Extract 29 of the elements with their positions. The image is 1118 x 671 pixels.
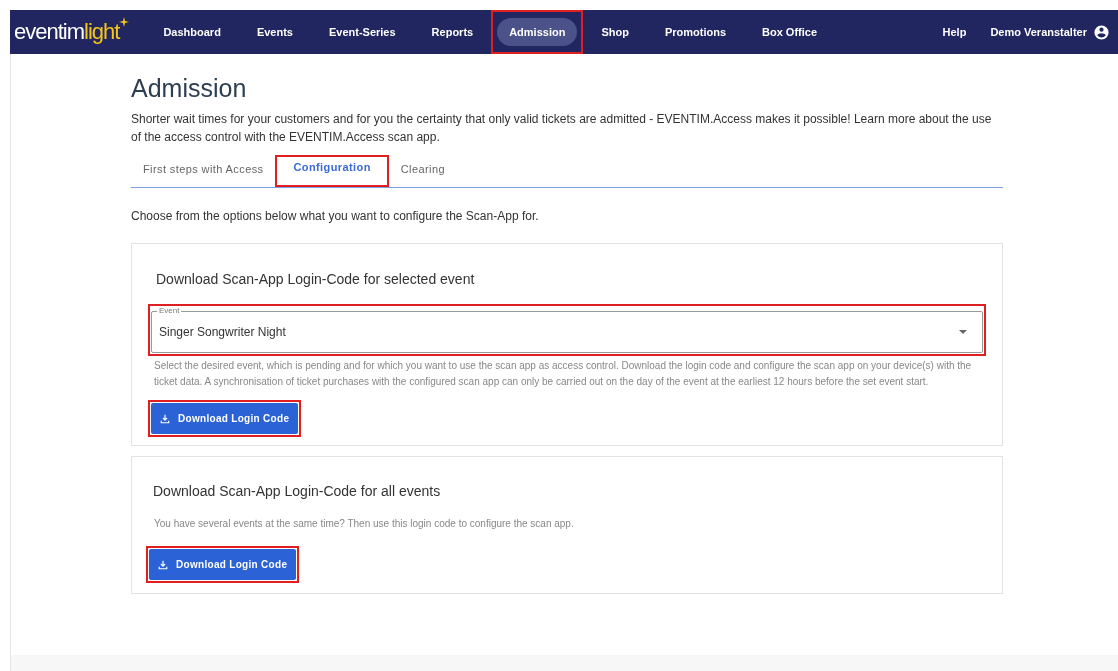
card-title: Download Scan-App Login-Code for all events — [152, 482, 442, 501]
nav-item[interactable]: Event-Series — [316, 17, 408, 47]
nav-item[interactable]: Admission — [497, 17, 578, 47]
page-title: Admission — [131, 73, 248, 104]
nav-item[interactable]: Reports — [419, 17, 486, 47]
card-title: Download Scan-App Login-Code for selected event — [155, 270, 476, 289]
nav-item[interactable]: Shop — [589, 17, 641, 47]
nav-item[interactable]: Events — [244, 17, 305, 47]
select-label: Event — [158, 307, 181, 315]
download-icon — [160, 413, 170, 424]
select-value: Singer Songwriter Night — [159, 323, 287, 341]
nav-item[interactable]: Dashboard — [151, 17, 233, 47]
download-button[interactable]: Download Login Code — [149, 549, 297, 580]
nav-item[interactable]: Promotions — [652, 17, 739, 47]
hint-text: Select the desired event, which is pending and for which you want to use the scan app as access control. Download the login code and configure the scan app on your device(s) with the ticket data. A synchronisation of ticket purchases with the configured scan app can only be carried out on the day of the event at the earliest 12 hours before the set event start. — [153, 359, 973, 389]
event-select[interactable]: Event Singer Songwriter Night — [151, 307, 983, 353]
hint-text: You have several events at the same time? Then use this login code to configure the scan app. — [153, 517, 575, 531]
nav-item[interactable]: Box Office — [750, 17, 830, 47]
account-icon[interactable] — [1093, 23, 1110, 41]
instruction-text: Choose from the options below what you want to configure the Scan-App for. — [131, 208, 540, 225]
download-button[interactable]: Download Login Code — [151, 403, 299, 434]
dropdown-caret-icon — [959, 329, 967, 334]
intro-text: Shorter wait times for your customers and for you the certainty that only valid tickets are admitted - EVENTIM.Access makes it possible! Learn more about the use of the access control with the EVENTIM.Access scan app. — [131, 111, 993, 146]
tab[interactable]: Clearing — [388, 154, 457, 187]
download-icon — [158, 559, 168, 570]
user-menu[interactable]: Demo Veranstalter — [990, 23, 1087, 41]
help-link[interactable]: Help — [942, 23, 967, 41]
tab[interactable]: First steps with Access — [131, 154, 276, 187]
tab[interactable]: Configuration — [281, 152, 383, 187]
